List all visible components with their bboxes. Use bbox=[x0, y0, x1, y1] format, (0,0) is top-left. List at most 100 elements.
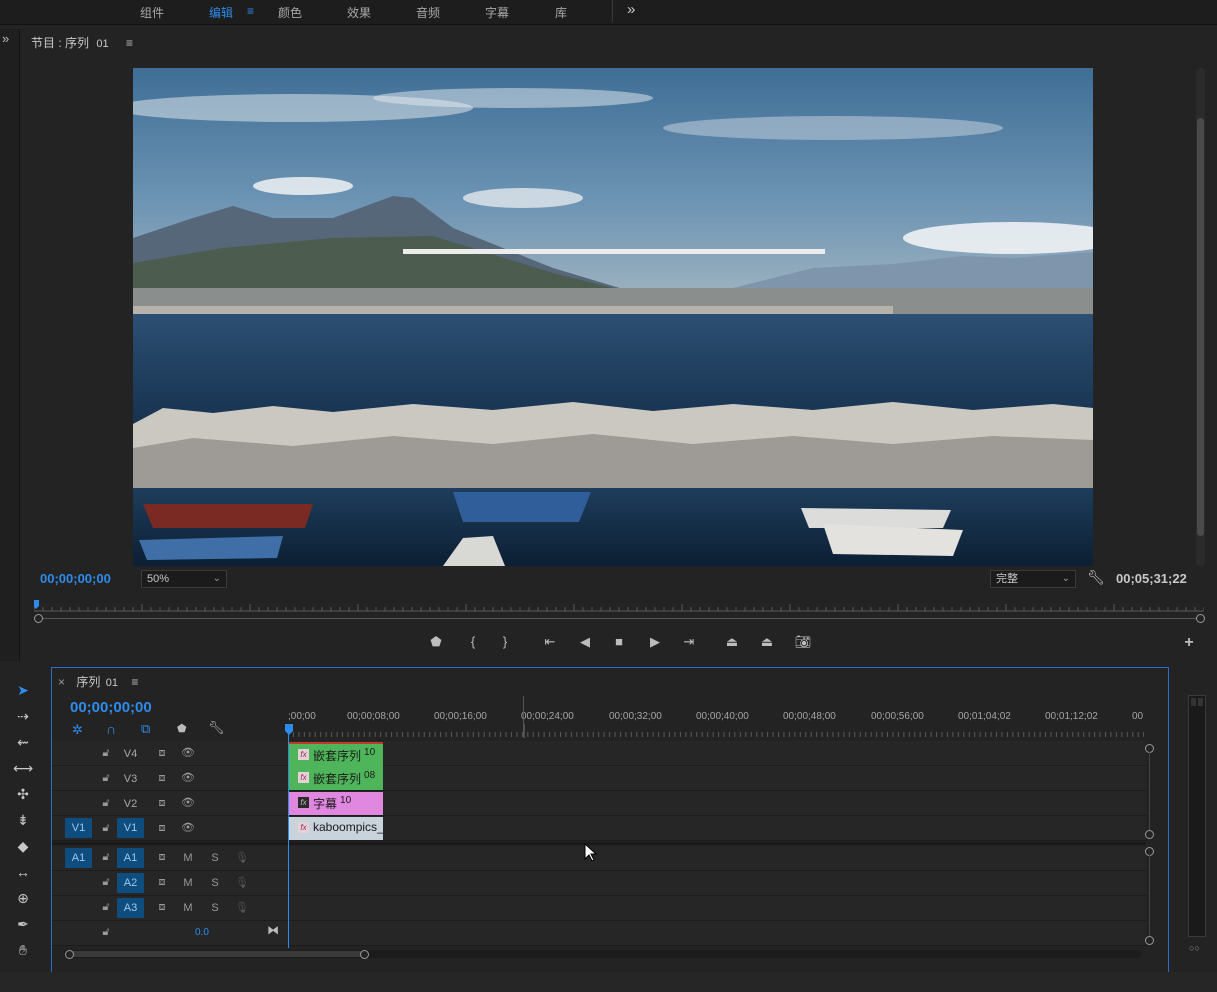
mute-button[interactable]: M bbox=[181, 902, 195, 914]
workspace-tab-captions[interactable]: 字幕 bbox=[485, 4, 509, 21]
close-icon[interactable]: × bbox=[58, 675, 65, 689]
sync-lock-icon[interactable]: ⧈ bbox=[155, 822, 169, 835]
workspace-tab-effects[interactable]: 效果 bbox=[347, 4, 371, 21]
track-row-v2[interactable] bbox=[52, 791, 1146, 816]
lock-icon[interactable]: 🔓︎ bbox=[99, 797, 113, 810]
video-scroll-handle-bottom[interactable] bbox=[1145, 830, 1154, 839]
wrench-icon[interactable]: 🔧︎ bbox=[1087, 569, 1105, 586]
track-label-a2[interactable]: A2 bbox=[117, 873, 144, 893]
eye-icon[interactable]: 👁︎ bbox=[181, 746, 195, 759]
clip-kaboompics[interactable]: fx kaboompics_ bbox=[289, 817, 383, 840]
sync-lock-icon[interactable]: ⧈ bbox=[155, 876, 169, 889]
timeline-zoom-handle-end[interactable] bbox=[360, 950, 369, 959]
timeline-tab[interactable]: × 序列 01 ≡ bbox=[58, 673, 138, 690]
pen-tool-icon[interactable]: ✒︎ bbox=[12, 914, 34, 934]
go-to-edit-point-icon[interactable]: ⧓ bbox=[267, 923, 279, 937]
solo-button[interactable]: S bbox=[208, 852, 222, 864]
program-monitor-menu-icon[interactable]: ≡ bbox=[126, 36, 133, 50]
monitor-scrollbar-thumb[interactable] bbox=[1197, 118, 1204, 536]
timeline-time-ruler[interactable] bbox=[288, 724, 1144, 738]
video-audio-divider[interactable] bbox=[52, 842, 1146, 845]
timeline-timecode[interactable]: 00;00;00;00 bbox=[70, 699, 152, 716]
go-to-out-icon[interactable]: ⇥ bbox=[680, 633, 698, 651]
extract-icon[interactable]: ⏏︎ bbox=[758, 633, 776, 651]
sync-lock-icon[interactable]: ⧈ bbox=[155, 772, 169, 785]
zoom-scroll-bar[interactable] bbox=[38, 618, 1200, 619]
timeline-zoom-handle-start[interactable] bbox=[65, 950, 74, 959]
lift-icon[interactable]: ⏏︎ bbox=[723, 633, 741, 651]
track-row-v3[interactable] bbox=[52, 766, 1146, 791]
mark-out-icon[interactable]: } bbox=[496, 633, 514, 651]
linked-selection-icon[interactable]: ⧉ bbox=[141, 721, 150, 737]
clip-nested-sequence-08[interactable]: fx 嵌套序列 08 bbox=[289, 767, 383, 790]
expand-panels-icon[interactable]: » bbox=[2, 31, 9, 46]
selection-tool-icon[interactable]: ➤ bbox=[12, 680, 34, 700]
playhead-timecode[interactable]: 00;00;00;00 bbox=[40, 571, 111, 586]
microphone-icon[interactable]: 🎙︎ bbox=[235, 876, 249, 889]
audio-scroll-track[interactable] bbox=[1149, 855, 1150, 936]
eye-icon[interactable]: 👁︎ bbox=[181, 821, 195, 834]
lock-icon[interactable]: 🔓︎ bbox=[99, 926, 113, 939]
audio-scroll-handle-bottom[interactable] bbox=[1145, 936, 1154, 945]
track-label-v4[interactable]: V4 bbox=[117, 744, 144, 764]
lock-icon[interactable]: 🔓︎ bbox=[99, 772, 113, 785]
timeline-scroll-thumb[interactable] bbox=[68, 951, 366, 957]
playback-resolution-dropdown[interactable]: 完整 ⌄ bbox=[990, 570, 1076, 588]
workspace-tab-color[interactable]: 颜色 bbox=[278, 4, 302, 21]
ripple-edit-tool-icon[interactable]: ⇜ bbox=[12, 732, 34, 752]
lock-icon[interactable]: 🔓︎ bbox=[99, 747, 113, 760]
snap-nest-icon[interactable]: ✲ bbox=[72, 722, 83, 738]
workspace-tab-editing[interactable]: 编辑 bbox=[209, 4, 233, 21]
track-row-master[interactable] bbox=[52, 921, 1146, 946]
stop-icon[interactable]: ■ bbox=[610, 633, 628, 651]
sync-lock-icon[interactable]: ⧈ bbox=[155, 901, 169, 914]
snap-magnet-icon[interactable]: ∩ bbox=[106, 721, 116, 737]
master-volume-value[interactable]: 0.0 bbox=[195, 927, 209, 938]
track-label-a3[interactable]: A3 bbox=[117, 898, 144, 918]
eye-icon[interactable]: 👁︎ bbox=[181, 771, 195, 784]
zoom-handle-start[interactable] bbox=[34, 614, 43, 623]
clip-nested-sequence-10[interactable]: fx 嵌套序列 10 bbox=[289, 742, 383, 767]
lock-icon[interactable]: 🔓︎ bbox=[99, 822, 113, 835]
track-label-a1[interactable]: A1 bbox=[117, 848, 144, 868]
rolling-edit-tool-icon[interactable]: ⟷ bbox=[12, 758, 34, 778]
lock-icon[interactable]: 🔓︎ bbox=[99, 851, 113, 864]
track-label-v3[interactable]: V3 bbox=[117, 769, 144, 789]
video-scroll-track[interactable] bbox=[1149, 752, 1150, 830]
zoom-level-dropdown[interactable]: 50% ⌄ bbox=[141, 570, 227, 588]
step-forward-icon[interactable]: ▶︎ bbox=[646, 633, 664, 651]
rate-stretch-tool-icon[interactable]: ✣ bbox=[12, 784, 34, 804]
track-label-v2[interactable]: V2 bbox=[117, 794, 144, 814]
go-to-in-icon[interactable]: ⇤ bbox=[541, 633, 559, 651]
add-marker-icon[interactable]: ⬟ bbox=[427, 633, 445, 651]
meter-solo-buttons[interactable]: ○○ bbox=[1189, 943, 1200, 953]
lock-icon[interactable]: 🔓︎ bbox=[99, 876, 113, 889]
solo-button[interactable]: S bbox=[208, 902, 222, 914]
workspace-tab-libraries[interactable]: 库 bbox=[555, 4, 567, 21]
microphone-icon[interactable]: 🎙︎ bbox=[235, 851, 249, 864]
track-label-v1[interactable]: V1 bbox=[117, 818, 144, 838]
solo-button[interactable]: S bbox=[208, 877, 222, 889]
export-frame-camera-icon[interactable]: 📷︎ bbox=[794, 633, 812, 651]
workspace-tab-audio[interactable]: 音频 bbox=[416, 4, 440, 21]
mark-in-icon[interactable]: { bbox=[464, 633, 482, 651]
mute-button[interactable]: M bbox=[181, 877, 195, 889]
playhead-handle-icon[interactable] bbox=[284, 724, 294, 736]
timeline-playhead[interactable] bbox=[288, 728, 289, 948]
slide-tool-icon[interactable]: ↔ bbox=[12, 862, 34, 882]
sync-lock-icon[interactable]: ⧈ bbox=[155, 851, 169, 864]
lock-icon[interactable]: 🔓︎ bbox=[99, 901, 113, 914]
program-video-frame[interactable] bbox=[133, 68, 1093, 566]
clip-caption-10[interactable]: fx 字幕 10 bbox=[289, 792, 383, 815]
program-monitor-title[interactable]: 节目 : 序列 01 ≡ bbox=[31, 34, 133, 51]
track-row-v1[interactable] bbox=[52, 816, 1146, 841]
workspace-tab-assembly[interactable]: 组件 bbox=[140, 4, 164, 21]
monitor-time-ruler[interactable] bbox=[34, 600, 1204, 612]
sync-lock-icon[interactable]: ⧈ bbox=[155, 797, 169, 810]
track-row-v4[interactable] bbox=[52, 741, 1146, 766]
zoom-handle-end[interactable] bbox=[1196, 614, 1205, 623]
source-patch-v1[interactable]: V1 bbox=[65, 818, 92, 838]
workspace-menu-icon[interactable]: ≡ bbox=[247, 4, 254, 18]
source-patch-a1[interactable]: A1 bbox=[65, 848, 92, 868]
slip-tool-icon[interactable]: ⇟ bbox=[12, 810, 34, 830]
